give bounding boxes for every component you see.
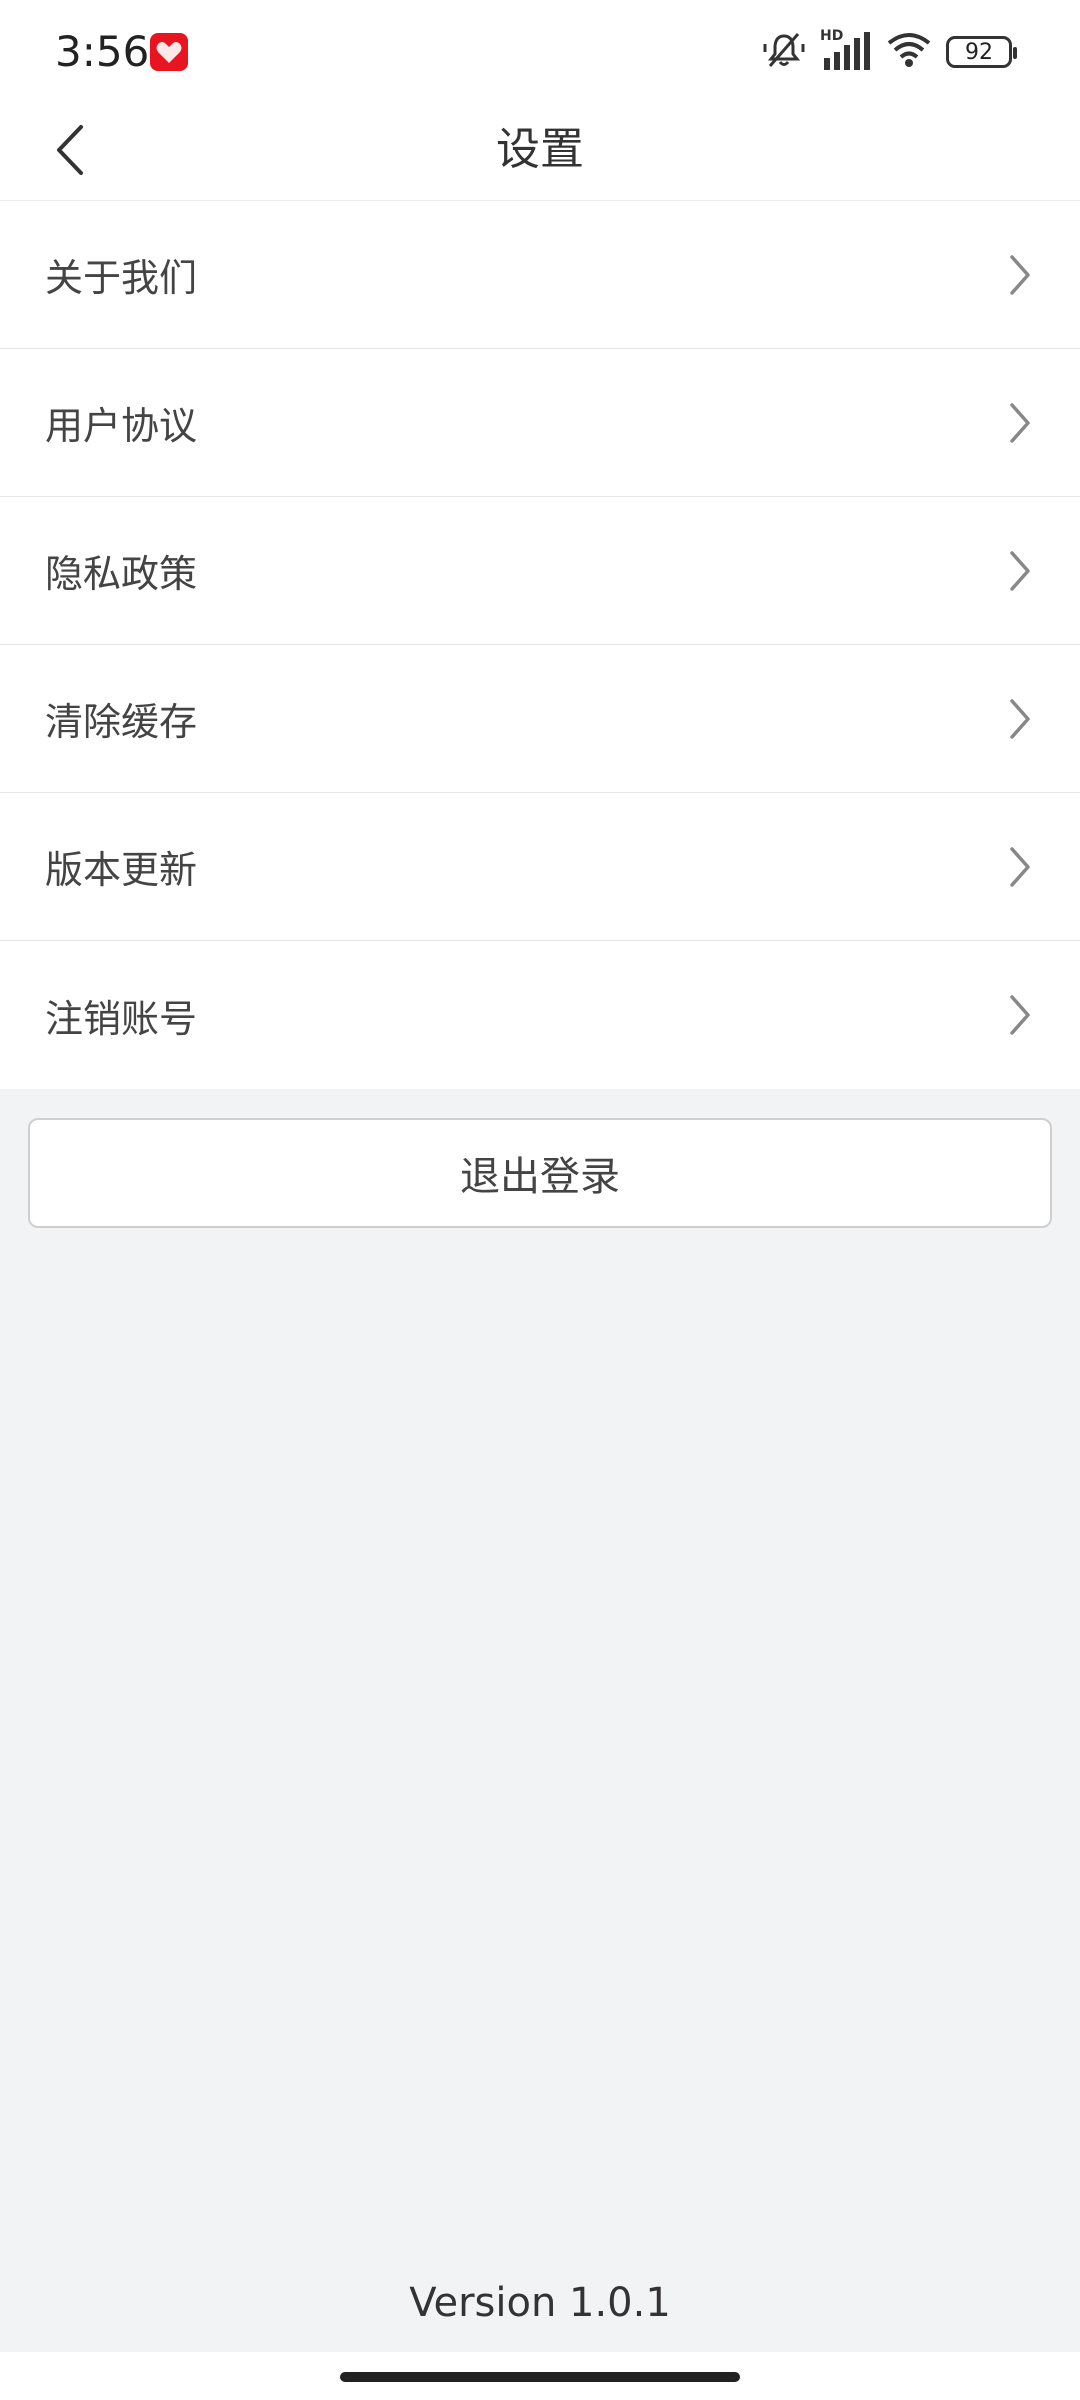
battery-icon: 92 xyxy=(946,36,1017,68)
menu-item-label: 隐私政策 xyxy=(45,552,198,596)
logout-button[interactable]: 退出登录 xyxy=(28,1118,1052,1228)
signal-icon: HD xyxy=(820,28,872,72)
status-time: 3:56 xyxy=(55,27,150,76)
chevron-right-icon xyxy=(1010,846,1030,887)
app-notification-icon xyxy=(150,33,188,71)
home-indicator[interactable] xyxy=(340,2372,740,2382)
mute-icon xyxy=(762,30,806,74)
page-title: 设置 xyxy=(496,124,584,175)
menu-item-clear-cache[interactable]: 清除缓存 xyxy=(0,645,1080,793)
menu-item-delete-account[interactable]: 注销账号 xyxy=(0,941,1080,1089)
settings-menu-list: 关于我们 用户协议 隐私政策 清除缓存 版本更新 注销账号 xyxy=(0,201,1080,1089)
menu-item-label: 版本更新 xyxy=(45,848,198,892)
status-bar: 3:56 HD 92 xyxy=(0,0,1080,100)
menu-item-privacy-policy[interactable]: 隐私政策 xyxy=(0,497,1080,645)
menu-item-label: 关于我们 xyxy=(45,256,198,300)
chevron-right-icon xyxy=(1010,550,1030,591)
chevron-right-icon xyxy=(1010,698,1030,739)
menu-item-version-update[interactable]: 版本更新 xyxy=(0,793,1080,941)
wifi-icon xyxy=(886,31,932,73)
menu-item-user-agreement[interactable]: 用户协议 xyxy=(0,349,1080,497)
version-label: Version 1.0.1 xyxy=(409,2280,671,2326)
logout-button-label: 退出登录 xyxy=(460,1154,620,1200)
menu-item-about-us[interactable]: 关于我们 xyxy=(0,201,1080,349)
menu-item-label: 清除缓存 xyxy=(45,700,198,744)
menu-item-label: 注销账号 xyxy=(45,996,198,1041)
chevron-right-icon xyxy=(1010,995,1030,1035)
battery-level: 92 xyxy=(965,39,993,65)
chevron-right-icon xyxy=(1010,402,1030,443)
chevron-right-icon xyxy=(1010,254,1030,295)
status-icons: HD 92 xyxy=(762,28,1017,76)
menu-item-label: 用户协议 xyxy=(45,404,198,448)
navigation-bar: 设置 xyxy=(0,100,1080,201)
